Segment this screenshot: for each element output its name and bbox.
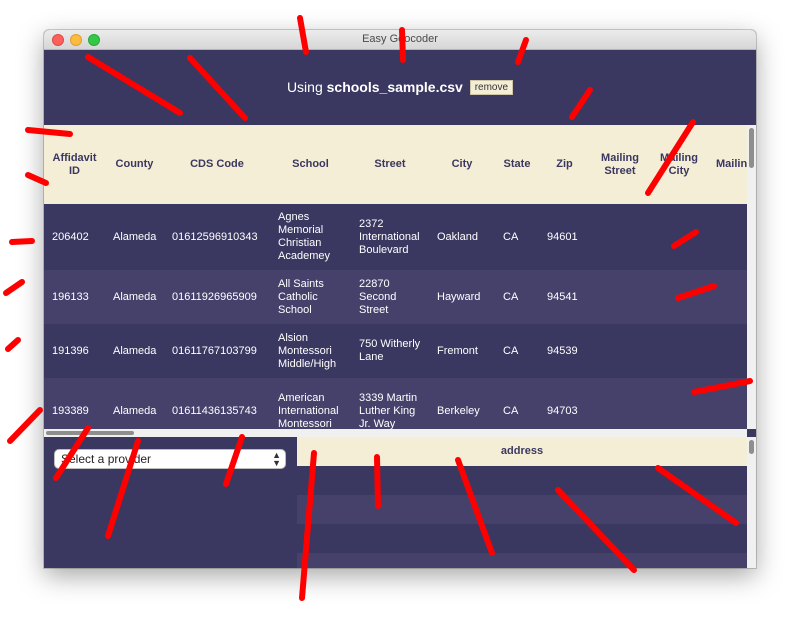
annotation-stroke	[7, 407, 43, 444]
table-row[interactable]	[297, 495, 747, 524]
table-cell: 196133	[44, 270, 105, 324]
table-cell	[590, 324, 650, 378]
table-cell: All Saints Catholic School	[270, 270, 351, 324]
table-cell: 22870 Second Street	[351, 270, 429, 324]
table-row[interactable]: 206402 Alameda 01612596910343 Agnes Memo…	[44, 204, 747, 270]
table-cell: 94601	[539, 204, 590, 270]
table-cell: 191396	[44, 324, 105, 378]
table-cell: CA	[495, 324, 539, 378]
table-row[interactable]: 191396 Alameda 01611767103799 Alsion Mon…	[44, 324, 747, 378]
provider-panel: Select a provider ▲ ▼	[44, 437, 297, 568]
window-title: Easy Geocoder	[362, 33, 438, 45]
table-cell: Oakland	[429, 204, 495, 270]
table-cell	[590, 270, 650, 324]
app-window: Easy Geocoder Using schools_sample.csv r…	[44, 30, 756, 568]
table-cell: CA	[495, 204, 539, 270]
table-cell: 01611926965909	[164, 270, 270, 324]
table-cell	[590, 204, 650, 270]
table-cell: 206402	[44, 204, 105, 270]
column-header[interactable]: Mailing State	[708, 125, 747, 204]
table-row[interactable]	[297, 466, 747, 495]
column-header[interactable]: Zip	[539, 125, 590, 204]
column-header[interactable]: City	[429, 125, 495, 204]
using-prefix: Using	[286, 79, 323, 95]
scrollbar-thumb[interactable]	[749, 440, 754, 454]
column-header[interactable]: Street	[351, 125, 429, 204]
table-horizontal-scrollbar[interactable]	[44, 429, 747, 437]
table-row[interactable]	[297, 524, 747, 553]
table-vertical-scrollbar[interactable]	[747, 125, 756, 429]
table-cell: Agnes Memorial Christian Academey	[270, 204, 351, 270]
data-table: Affidavit ID County CDS Code School Stre…	[44, 125, 747, 437]
annotation-stroke	[5, 337, 21, 352]
provider-select[interactable]: Select a provider ▲ ▼	[55, 450, 285, 468]
table-cell	[708, 204, 747, 270]
table-cell	[650, 204, 708, 270]
table-cell: Alsion Montessori Middle/High	[270, 324, 351, 378]
table-cell: 750 Witherly Lane	[351, 324, 429, 378]
table-cell	[708, 270, 747, 324]
table-cell	[708, 324, 747, 378]
table-cell: Alameda	[105, 270, 164, 324]
scrollbar-thumb[interactable]	[46, 431, 134, 435]
table-cell: Alameda	[105, 204, 164, 270]
column-header[interactable]: State	[495, 125, 539, 204]
table-cell: CA	[495, 270, 539, 324]
table-cell	[650, 324, 708, 378]
annotation-stroke	[3, 279, 25, 296]
table-row[interactable]	[297, 553, 747, 568]
table-cell: 01611767103799	[164, 324, 270, 378]
table-header-row: Affidavit ID County CDS Code School Stre…	[44, 125, 747, 204]
data-table-viewport[interactable]: Affidavit ID County CDS Code School Stre…	[44, 125, 747, 437]
table-cell: Hayward	[429, 270, 495, 324]
address-column-header[interactable]: address	[297, 437, 747, 466]
results-table: address	[297, 437, 747, 568]
table-cell: Alameda	[105, 324, 164, 378]
table-cell: 94539	[539, 324, 590, 378]
column-header[interactable]: Affidavit ID	[44, 125, 105, 204]
provider-select-value: Select a provider	[61, 452, 152, 466]
column-header[interactable]: County	[105, 125, 164, 204]
column-header[interactable]: Mailing City	[650, 125, 708, 204]
table-cell	[650, 270, 708, 324]
file-name: schools_sample.csv	[326, 79, 463, 95]
annotation-stroke	[9, 238, 35, 245]
column-header[interactable]: CDS Code	[164, 125, 270, 204]
using-file-line: Using schools_sample.csv remove	[44, 79, 756, 95]
table-cell: 2372 International Boulevard	[351, 204, 429, 270]
table-row[interactable]: 196133 Alameda 01611926965909 All Saints…	[44, 270, 747, 324]
up-down-arrows-icon: ▲ ▼	[272, 450, 281, 468]
table-cell: 94541	[539, 270, 590, 324]
title-bar: Easy Geocoder	[44, 30, 756, 50]
column-header[interactable]: Mailing Street	[590, 125, 650, 204]
remove-file-button[interactable]: remove	[469, 80, 514, 95]
results-vertical-scrollbar[interactable]	[747, 437, 756, 568]
file-header: Using schools_sample.csv remove	[44, 50, 756, 125]
table-cell: Fremont	[429, 324, 495, 378]
scrollbar-thumb[interactable]	[749, 128, 754, 168]
column-header[interactable]: School	[270, 125, 351, 204]
table-cell: 01612596910343	[164, 204, 270, 270]
